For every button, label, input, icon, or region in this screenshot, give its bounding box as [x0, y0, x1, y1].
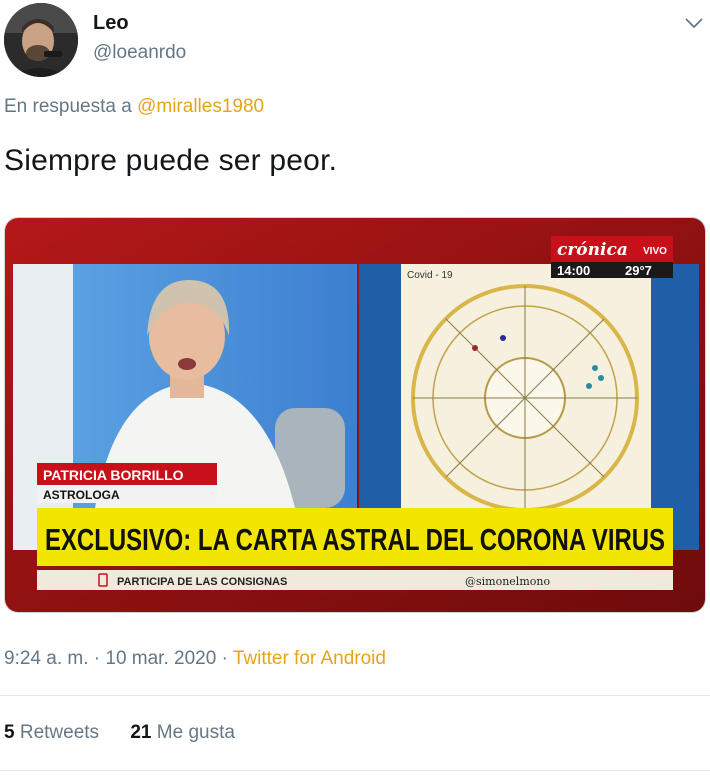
likes-label: Me gusta — [156, 722, 235, 743]
divider — [0, 770, 710, 771]
live-label: VIVO — [643, 246, 667, 257]
chevron-down-icon[interactable] — [683, 12, 705, 34]
avatar[interactable] — [4, 3, 78, 77]
likes-stat[interactable]: 21 Me gusta — [130, 722, 235, 743]
timestamp[interactable]: 9:24 a. m. · 10 mar. 2020 · — [4, 648, 233, 669]
tv-screenshot-image: Covid - 19 crónica VIVO 14:00 29°7 PATRI… — [5, 218, 705, 612]
tweet-meta: 9:24 a. m. · 10 mar. 2020 · Twitter for … — [4, 648, 386, 670]
tweet-text: Siempre puede ser peor. — [4, 144, 338, 177]
channel-logo: crónica — [557, 240, 628, 260]
likes-count: 21 — [130, 722, 152, 743]
retweets-label: Retweets — [19, 722, 100, 743]
display-name[interactable]: Leo — [93, 12, 129, 35]
tv-clock: 14:00 — [557, 263, 590, 278]
person-role: ASTROLOGA — [43, 488, 120, 502]
reply-mention-link[interactable]: @miralles1980 — [137, 96, 264, 117]
ticker-left: PARTICIPA DE LAS CONSIGNAS — [117, 576, 287, 588]
retweets-stat[interactable]: 5 Retweets — [4, 722, 99, 743]
tv-temperature: 29°7 — [625, 263, 652, 278]
tweet-media[interactable]: Covid - 19 crónica VIVO 14:00 29°7 PATRI… — [4, 217, 706, 613]
avatar-photo — [4, 3, 78, 77]
person-name: PATRICIA BORRILLO — [43, 467, 184, 483]
reply-context: En respuesta a @miralles1980 — [4, 96, 264, 118]
ticker-right: @simonelmono — [465, 575, 550, 588]
source-link[interactable]: Twitter for Android — [233, 648, 386, 669]
reply-prefix: En respuesta a — [4, 96, 132, 117]
user-handle[interactable]: @loeanrdo — [93, 42, 186, 64]
tweet-stats: 5 Retweets 21 Me gusta — [4, 722, 261, 744]
divider — [0, 695, 710, 696]
retweets-count: 5 — [4, 722, 15, 743]
chart-title: Covid - 19 — [407, 270, 453, 281]
tweet-header: Leo @loeanrdo — [0, 0, 710, 90]
headline: EXCLUSIVO: LA CARTA ASTRAL DEL CORONA VI… — [45, 522, 665, 557]
